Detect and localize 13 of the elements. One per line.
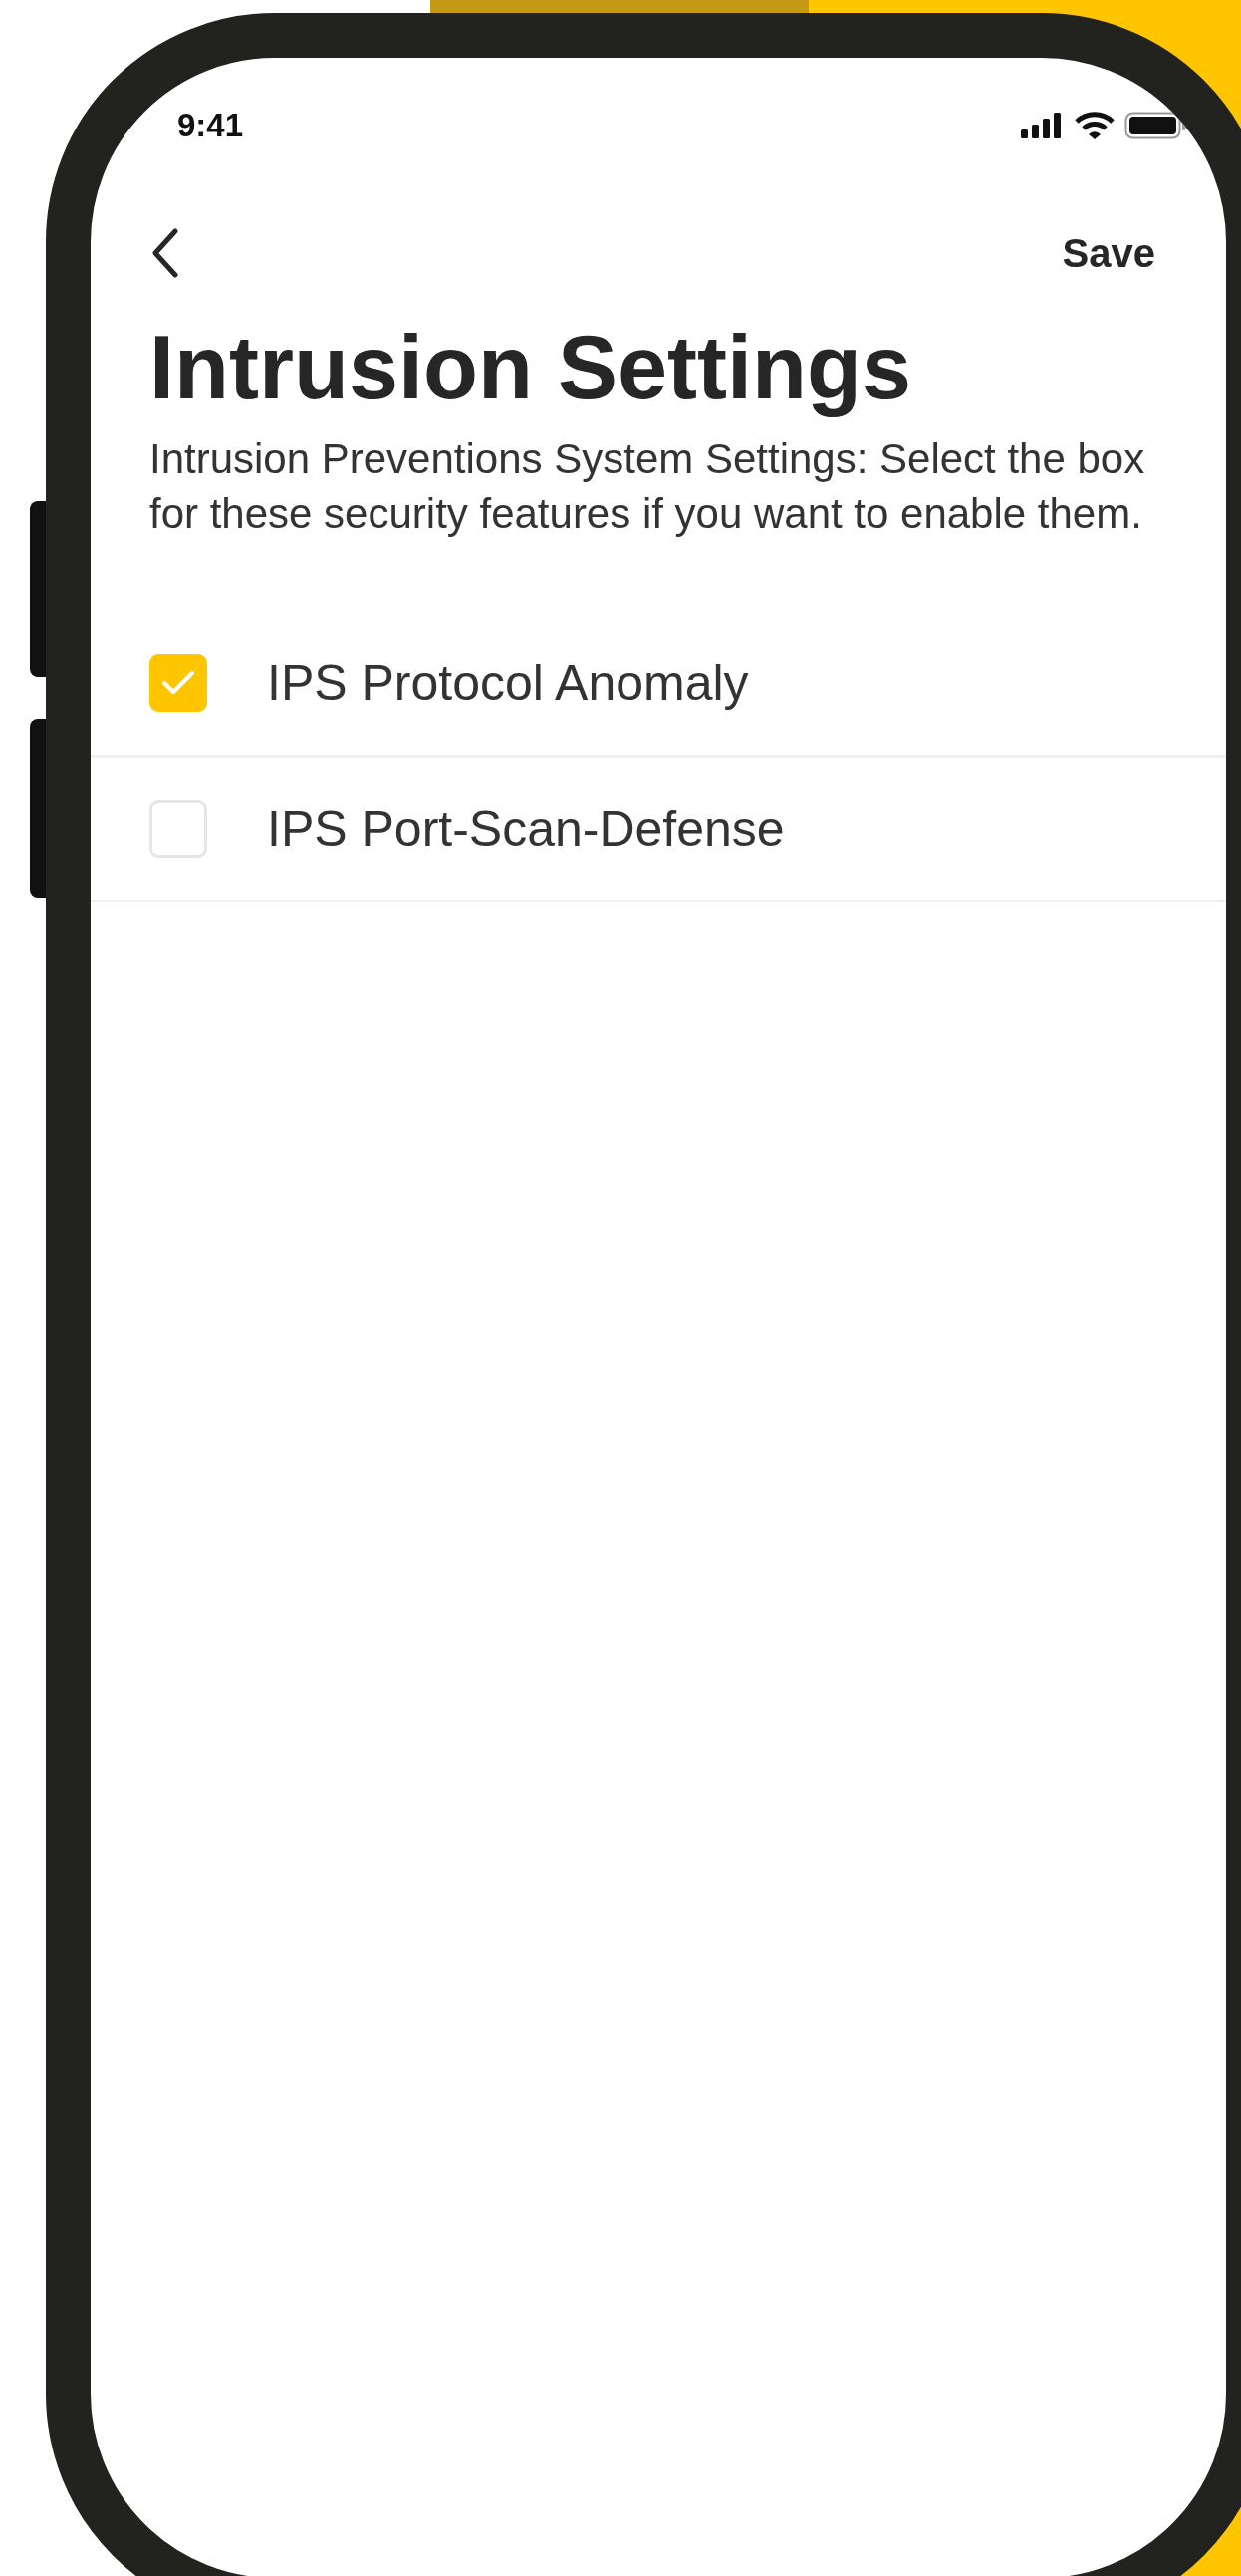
status-time: 9:41	[177, 107, 244, 144]
page-description: Intrusion Preventions System Settings: Select the box for these security features if you want to enable them.	[149, 434, 1145, 539]
option-label: IPS Protocol Anomaly	[267, 653, 749, 712]
chevron-left-icon	[149, 227, 181, 279]
save-button[interactable]: Save	[1062, 230, 1155, 276]
page-title: Intrusion Settings	[149, 319, 912, 417]
option-label: IPS Port-Scan-Defense	[267, 800, 785, 858]
checkmark-icon	[161, 669, 195, 696]
battery-icon	[1124, 112, 1186, 139]
checkbox[interactable]	[149, 653, 207, 712]
wifi-icon	[1075, 112, 1115, 139]
back-button[interactable]	[149, 227, 181, 279]
checkbox[interactable]	[149, 800, 207, 858]
